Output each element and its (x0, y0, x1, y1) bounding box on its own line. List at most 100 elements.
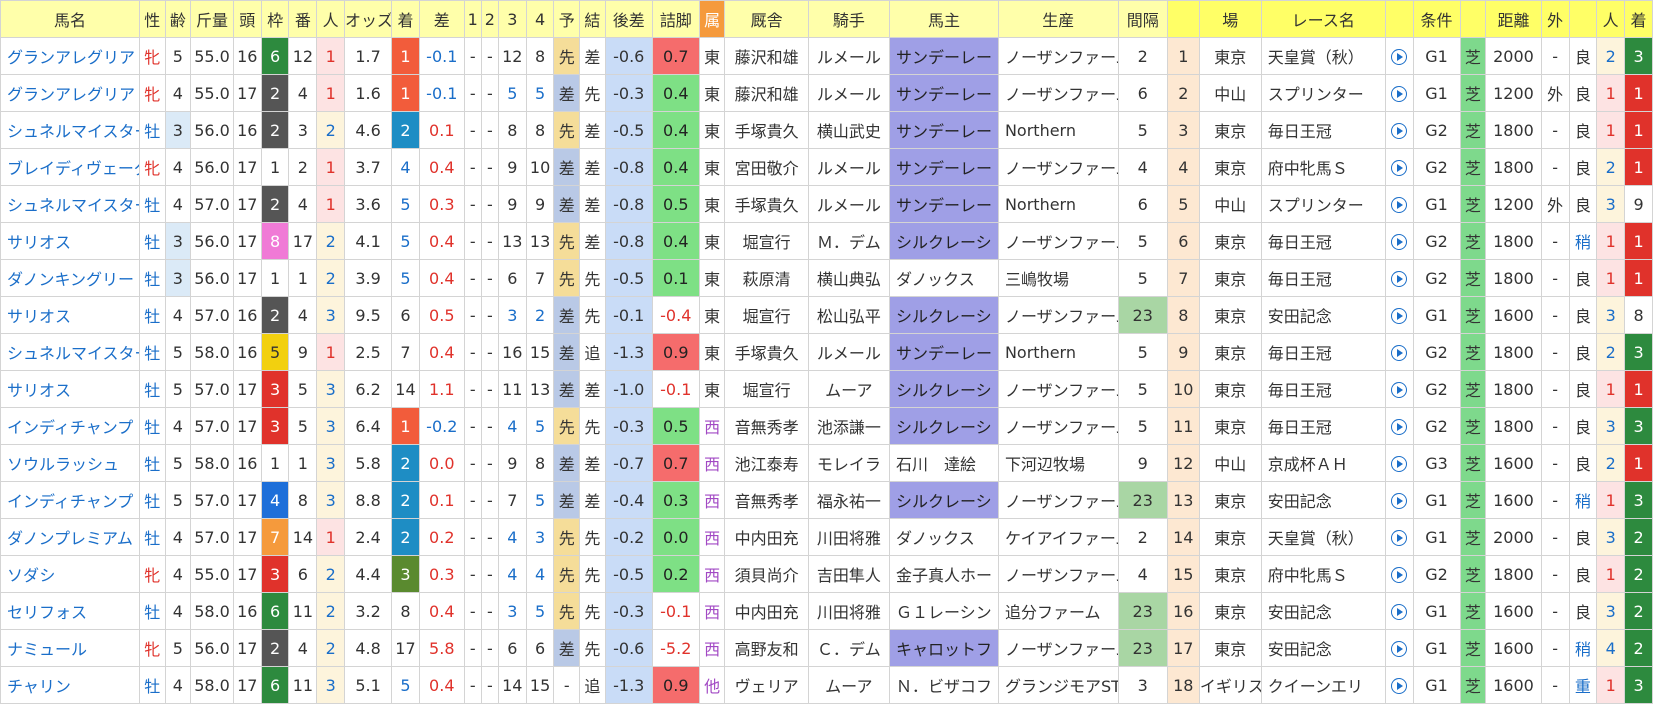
table-row[interactable]: サリオス牡 5 57.0 17 3 5 3 6.2 14 1.1- -11 13 差差 -1.0 -0.1 東… (0, 370, 1653, 408)
column-header[interactable]: 齢 (164, 0, 192, 38)
column-header[interactable]: レース名 (1260, 0, 1386, 38)
column-header[interactable]: 場 (1198, 0, 1262, 38)
column-header[interactable]: 予 (553, 0, 581, 38)
column-header[interactable]: 条件 (1412, 0, 1461, 38)
column-header[interactable]: 4 (525, 0, 555, 38)
play-video-button[interactable] (1384, 407, 1414, 445)
table-row[interactable]: ブレイディヴェーグ牝 4 56.0 17 1 2 1 3.7 4 0.4- -9 10 差差 -0.8 0.… (0, 148, 1653, 186)
column-header[interactable]: 差 (418, 0, 465, 38)
horse-name-link[interactable]: チャリン (0, 666, 140, 704)
column-header[interactable]: 着 (391, 0, 420, 38)
column-header[interactable]: 着 (1624, 0, 1653, 38)
table-row[interactable]: ダノンキングリー牡 3 56.0 17 1 1 2 3.9 5 0.4- -6 7 先先 -0.5 0.1 東… (0, 259, 1653, 297)
table-row[interactable]: サリオス牡 3 56.0 17 8 17 2 4.1 5 0.4- -13 13 先差 -0.8 0.4 東堀… (0, 222, 1653, 260)
table-row[interactable]: インディチャンプ牡 4 57.0 17 3 5 3 6.4 1 -0.2- -4 5 先先 -0.3 0.5… (0, 407, 1653, 445)
horse-name-link[interactable]: ソダシ (0, 555, 140, 593)
play-video-button[interactable] (1384, 148, 1414, 186)
play-video-button[interactable] (1384, 333, 1414, 371)
table-row[interactable]: グランアレグリア牝 4 55.0 17 2 4 1 1.6 1 -0.1- -5 5 差先 -0.3 0.4… (0, 74, 1653, 112)
column-header[interactable]: 人 (316, 0, 346, 38)
column-header[interactable]: 3 (497, 0, 527, 38)
horse-name-link[interactable]: グランアレグリア (0, 74, 140, 112)
horse-name-link[interactable]: ナミュール (0, 629, 140, 667)
table-row[interactable]: サリオス牡 4 57.0 16 2 4 3 9.5 6 0.5- -3 2 差先 -0.1 -0.4 東堀宣行… (0, 296, 1653, 334)
horse-name-link[interactable]: セリフォス (0, 592, 140, 630)
horse-name-link[interactable]: インディチャンプ (0, 407, 140, 445)
column-header[interactable]: 結 (579, 0, 606, 38)
column-header[interactable]: 斤量 (190, 0, 234, 38)
table-row[interactable]: シュネルマイスター牡 5 58.0 16 5 9 1 2.5 7 0.4- -16 15 差追 -1.3 0… (0, 333, 1653, 371)
race-finish-cell: 2 (1624, 592, 1653, 630)
play-video-button[interactable] (1384, 629, 1414, 667)
play-video-button[interactable] (1384, 111, 1414, 149)
horse-name-link[interactable]: シュネルマイスター (0, 111, 140, 149)
popularity-cell: 3 (316, 370, 346, 408)
table-row[interactable]: ダノンプレミアム牡 4 57.0 17 7 14 1 2.4 2 0.2- -4 3 先先 -0.2 0.0… (0, 518, 1653, 556)
horse-name-link[interactable]: サリオス (0, 370, 140, 408)
play-video-button[interactable] (1384, 37, 1414, 75)
popularity-cell: 3 (316, 444, 346, 482)
column-header[interactable]: 厩舎 (724, 0, 809, 38)
horse-name-link[interactable]: シュネルマイスター (0, 185, 140, 223)
column-header[interactable]: 性 (138, 0, 166, 38)
column-header[interactable]: 枠 (260, 0, 290, 38)
play-video-button[interactable] (1384, 259, 1414, 297)
race-name-cell: 毎日王冠 (1260, 222, 1386, 260)
table-row[interactable]: インディチャンプ牡 5 57.0 17 4 8 3 8.8 2 0.1- -7 5 差差 -0.4 0.3 西… (0, 481, 1653, 519)
horse-name-link[interactable]: ソウルラッシュ (0, 444, 140, 482)
column-header[interactable]: 人 (1596, 0, 1626, 38)
column-header[interactable]: 頭 (232, 0, 262, 38)
column-header[interactable]: 外 (1540, 0, 1570, 38)
column-header[interactable] (1459, 0, 1487, 38)
column-header[interactable] (1384, 0, 1414, 38)
play-video-button[interactable] (1384, 592, 1414, 630)
table-row[interactable]: セリフォス牡 4 58.0 16 6 11 2 3.2 8 0.4- -3 5 先先 -0.3 -0.1 西中… (0, 592, 1653, 630)
column-header[interactable] (1568, 0, 1598, 38)
column-header[interactable]: 生産 (997, 0, 1119, 38)
table-row[interactable]: ナミュール牝 5 56.0 17 2 4 2 4.8 17 5.8- -6 6 差先 -0.6 -5.2 西高… (0, 629, 1653, 667)
column-header[interactable]: 騎手 (807, 0, 890, 38)
horse-name-link[interactable]: グランアレグリア (0, 37, 140, 75)
column-header[interactable]: 1 (463, 0, 482, 38)
horse-name-link[interactable]: ブレイディヴェーグ (0, 148, 140, 186)
play-video-button[interactable] (1384, 74, 1414, 112)
table-row[interactable]: ソダシ牝 4 55.0 17 3 6 2 4.4 3 0.3- -4 4 先先 -0.5 0.2 西須貝尚介吉… (0, 555, 1653, 593)
column-header[interactable]: 後差 (604, 0, 653, 38)
race-name-cell: 府中牝馬Ｓ (1260, 555, 1386, 593)
column-header[interactable]: 番 (288, 0, 318, 38)
horse-name-link[interactable]: サリオス (0, 296, 140, 334)
play-video-button[interactable] (1384, 296, 1414, 334)
column-header[interactable]: 間隔 (1117, 0, 1168, 38)
column-header[interactable]: 詰脚 (651, 0, 700, 38)
column-header[interactable]: 属 (698, 0, 726, 38)
play-video-button[interactable] (1384, 555, 1414, 593)
horse-name-link[interactable]: シュネルマイスター (0, 333, 140, 371)
column-header[interactable]: オッズ (344, 0, 393, 38)
column-header[interactable]: 2 (480, 0, 499, 38)
play-video-button[interactable] (1384, 185, 1414, 223)
column-header[interactable] (1166, 0, 1200, 38)
horse-name-link[interactable]: サリオス (0, 222, 140, 260)
horse-name-link[interactable]: ダノンキングリー (0, 259, 140, 297)
play-video-button[interactable] (1384, 444, 1414, 482)
column-header[interactable]: 馬名 (0, 0, 140, 38)
row-index-cell: 13 (1166, 481, 1200, 519)
horse-name-link[interactable]: インディチャンプ (0, 481, 140, 519)
table-row[interactable]: チャリン牡 4 58.0 17 6 11 3 5.1 5 0.4- -14 15- 追 -1.3 0.9 他ヴ… (0, 666, 1653, 704)
play-video-button[interactable] (1384, 518, 1414, 556)
corner4-cell: 15 (525, 666, 555, 704)
sex-cell: 牡 (138, 666, 166, 704)
age-cell: 4 (164, 518, 192, 556)
play-video-button[interactable] (1384, 222, 1414, 260)
column-header[interactable]: 距離 (1485, 0, 1542, 38)
table-row[interactable]: ソウルラッシュ牡 5 58.0 16 1 1 3 5.8 2 0.0- -9 8 差差 -0.7 0.7 西池… (0, 444, 1653, 482)
play-video-button[interactable] (1384, 481, 1414, 519)
table-row[interactable]: シュネルマイスター牡 3 56.0 16 2 3 2 4.6 2 0.1- -8 8 先差 -0.5 0.4… (0, 111, 1653, 149)
play-video-button[interactable] (1384, 666, 1414, 704)
table-row[interactable]: グランアレグリア牝 5 55.0 16 6 12 1 1.7 1 -0.1- -12 8 先差 -0.6 0… (0, 37, 1653, 75)
age-cell: 5 (164, 333, 192, 371)
column-header[interactable]: 馬主 (888, 0, 999, 38)
horse-name-link[interactable]: ダノンプレミアム (0, 518, 140, 556)
play-video-button[interactable] (1384, 370, 1414, 408)
table-row[interactable]: シュネルマイスター牡 4 57.0 17 2 4 1 3.6 5 0.3- -9 9 差差 -0.8 0.5… (0, 185, 1653, 223)
